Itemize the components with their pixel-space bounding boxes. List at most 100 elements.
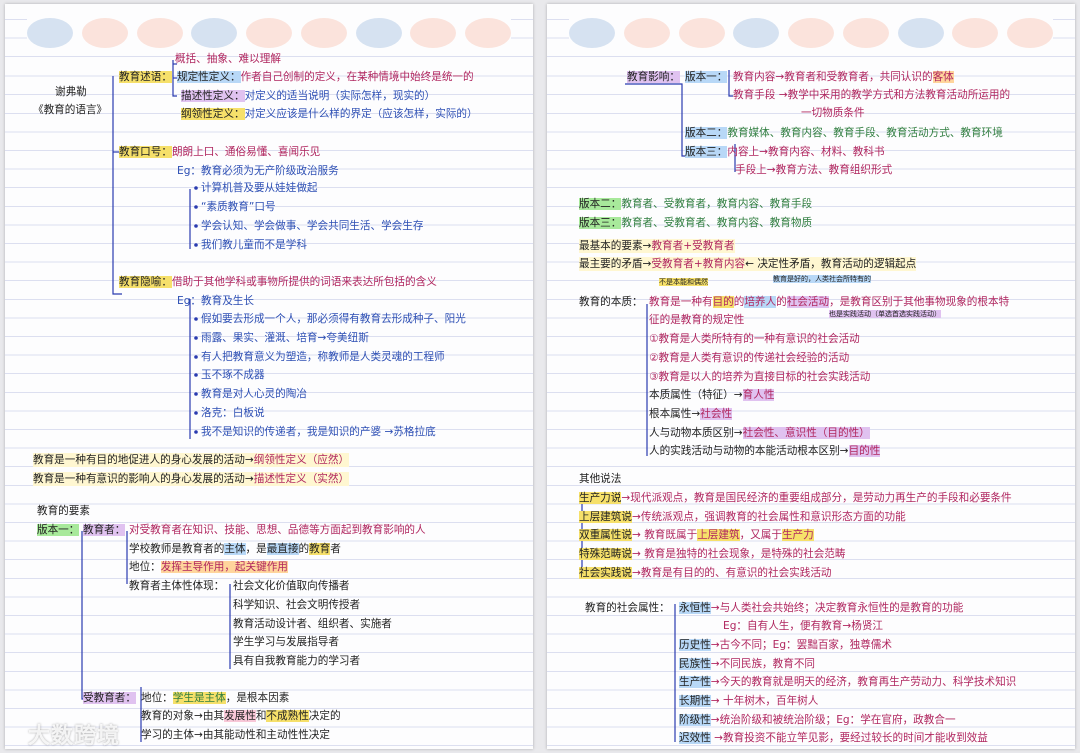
social-text: →与人类社会共始终；决定教育永恒性的是教育的功能 bbox=[710, 602, 964, 614]
elements-title: 教育的要素 bbox=[37, 505, 90, 517]
property-label: 人与动物本质区别→ bbox=[649, 427, 743, 439]
essence-text: 的 bbox=[776, 296, 787, 308]
essence-item: ②教育是人类有意识的传递社会经验的活动 bbox=[649, 352, 850, 364]
slogan-example: Eg：教育必须为无产阶级政治服务 bbox=[177, 165, 339, 177]
others-text: ，又属于 bbox=[739, 529, 782, 541]
metaphor-example: Eg：教育及生长 bbox=[177, 295, 254, 307]
learner-status-text: ，是根本因素 bbox=[225, 692, 290, 704]
slogan-item: 我们教儿童而不是学科 bbox=[201, 239, 307, 251]
subjectivity-item: 教育活动设计者、组织者、实施者 bbox=[233, 618, 392, 630]
property-value: 社会性、意识性（目的性） bbox=[742, 427, 870, 439]
learner-object: 教育的对象→由其 bbox=[141, 710, 225, 722]
v3-label: 版本三： bbox=[579, 217, 622, 229]
def-3-text: 对定义应该是什么样的界定（应该怎样，实际的） bbox=[244, 108, 478, 120]
version-1-label: 版本一： bbox=[37, 524, 80, 536]
slogan-desc: 朗朗上口、通俗易懂、喜闻乐见 bbox=[171, 146, 321, 158]
hl-social: 社会活动 bbox=[786, 296, 830, 308]
essence-note-1: 不是本能和偶然 bbox=[659, 278, 708, 286]
v2-label: 版本二： bbox=[579, 198, 622, 210]
influence-v3b: 手段上→教育方法、教育组织形式 bbox=[735, 164, 893, 176]
def-2-label: 描述性定义： bbox=[181, 90, 245, 102]
property-label: 本质属性（特征）→ bbox=[649, 389, 743, 401]
essence-text: ，是教育区别于其他事物现象的根本特 bbox=[829, 296, 1010, 308]
def-1-text: 作者自己创制的定义，在某种情境中始终是统一的 bbox=[240, 71, 474, 83]
social-text: →统治阶级和被统治阶级；Eg：学在官府，政教合一 bbox=[710, 714, 956, 726]
others-text: →教育是有目的的、有意识的社会实践活动 bbox=[631, 567, 832, 579]
metaphor-item: 洛克：白板说 bbox=[201, 407, 265, 419]
slogan-item: 学会认知、学会做事、学会共同生活、学会生存 bbox=[201, 220, 424, 232]
others-text: →现代派观点，教育是国民经济的重要组成部分，是劳动力再生产的手段和必要条件 bbox=[621, 492, 1012, 504]
hl-subject: 主体 bbox=[224, 543, 246, 555]
others-label: 双重属性说 bbox=[579, 529, 632, 541]
subjectivity-heading: 教育者主体性体现： bbox=[129, 580, 225, 592]
right-notebook-page: 教育影响： 版本一： 教育内容→教育者和受教育者，共同认识的客体 教育手段 →教… bbox=[547, 4, 1075, 749]
bullet-dots bbox=[194, 186, 198, 434]
subjectivity-item: 具有自我教育能力的学习者 bbox=[233, 655, 361, 667]
subjectivity-item: 科学知识、社会文明传授者 bbox=[233, 599, 361, 611]
influence-v1: 版本一： bbox=[685, 71, 728, 83]
def-2-text: 对定义的适当说明（实际怎样，现实的） bbox=[244, 90, 436, 102]
social-heading: 教育的社会属性： bbox=[585, 602, 670, 614]
influence-v3a: 内容上→教育内容、材料、教科书 bbox=[727, 146, 885, 158]
metaphor-item: 雨露、果实、灌溉、培育→夸美纽斯 bbox=[201, 332, 369, 344]
others-text: → 教育是独特的社会现象，是特殊的社会范畴 bbox=[631, 548, 846, 560]
main-text: 受教育者+教育内容 bbox=[651, 258, 746, 270]
def-1-label: 规定性定义： bbox=[177, 71, 241, 83]
property-value: 育人性 bbox=[742, 389, 775, 401]
def-statement-2-type: 描述性定义（实然） bbox=[253, 473, 350, 485]
educator-def: 对受教育者在知识、技能、思想、品德等方面起到教育影响的人 bbox=[129, 524, 426, 536]
slogan-heading: 教育口号： bbox=[119, 146, 172, 158]
learner-object: 决定的 bbox=[308, 710, 341, 722]
left-notebook-page: 谢弗勒 《教育的语言》 概括、抽象、难以理解 教育述语： 规定性定义：作者自己创… bbox=[5, 4, 533, 749]
metaphor-item: 教育是对人心灵的陶冶 bbox=[201, 388, 307, 400]
hl-object: 客体 bbox=[932, 71, 954, 83]
main-label: 最主要的矛盾→ bbox=[579, 258, 652, 270]
social-label: 阶级性 bbox=[679, 714, 711, 726]
influence-heading: 教育影响： bbox=[627, 71, 680, 83]
social-label: 生产性 bbox=[679, 676, 711, 688]
social-label: 长期性 bbox=[679, 695, 711, 707]
others-label: 特殊范畴说 bbox=[579, 548, 632, 560]
v2-text: 教育者、受教育者，教育内容、教育手段 bbox=[621, 198, 813, 210]
hl-productivity: 生产力 bbox=[781, 529, 814, 541]
learner-object: 和 bbox=[255, 710, 267, 722]
metaphor-item: 假如要去形成一个人，那必须得有教育去形成种子、阳光 bbox=[201, 313, 466, 325]
others-label: 社会实践说 bbox=[579, 567, 632, 579]
subjectivity-item: 社会文化价值取向传播者 bbox=[233, 580, 350, 592]
basic-label: 最基本的要素→ bbox=[579, 240, 652, 252]
social-text: →今天的教育就是明天的经济，教育再生产劳动力、科学技术知识 bbox=[710, 676, 1017, 688]
social-label: 永恒性 bbox=[679, 602, 711, 614]
property-label: 根本属性→ bbox=[649, 408, 701, 420]
others-text: →传统派观点，强调教育的社会属性和意识形态方面的功能 bbox=[631, 511, 906, 523]
educator-line: 学校教师是教育者的 bbox=[129, 543, 225, 555]
def-statement-1-type: 纲领性定义（应然） bbox=[253, 454, 350, 466]
essence-note-3: 也是实践活动（单选首选实践活动） bbox=[829, 310, 941, 318]
metaphor-desc: 借助于其他学科或事物所提供的词语来表达所包括的含义 bbox=[171, 276, 437, 288]
property-label: 人的实践活动与动物的本能活动根本区别→ bbox=[649, 445, 849, 457]
influence-v3: 版本三： bbox=[685, 146, 728, 158]
social-label: 迟效性 bbox=[679, 732, 711, 744]
metaphor-item: 有人把教育意义为塑造，称教师是人类灵魂的工程师 bbox=[201, 351, 445, 363]
property-value: 目的性 bbox=[848, 445, 881, 457]
others-label: 生产力说 bbox=[579, 492, 622, 504]
social-label: 历史性 bbox=[679, 639, 711, 651]
educator-line: 者 bbox=[330, 543, 341, 555]
educator-line: 的 bbox=[298, 543, 310, 555]
social-text: →不同民族，教育不同 bbox=[710, 658, 816, 670]
metaphor-heading: 教育隐喻： bbox=[119, 276, 172, 288]
learner-subject: 学习的主体→由其能动性和主动性性决定 bbox=[141, 729, 330, 741]
educator-heading: 教育者： bbox=[83, 524, 126, 536]
influence-v2: 版本二： bbox=[685, 127, 728, 139]
influence-content: 教育内容→教育者和受教育者，共同认识的 bbox=[733, 71, 933, 83]
hl-education: 教育 bbox=[309, 543, 331, 555]
hl-purpose: 目的 bbox=[712, 296, 734, 308]
influence-means-cont: 一切物质条件 bbox=[801, 107, 865, 119]
v3-text: 教育者、受教育者、教育内容、教育物质 bbox=[621, 217, 813, 229]
influence-v2-text: 教育媒体、教育内容、教育手段、教育活动方式、教育环境 bbox=[727, 127, 1003, 139]
status-text: 发挥主导作用，起关键作用 bbox=[160, 561, 288, 573]
social-text: → 十年树木，百年树人 bbox=[710, 695, 819, 707]
metaphor-item: 我不是知识的传递者，我是知识的产婆 →苏格拉底 bbox=[201, 426, 436, 438]
hl-direct: 最直接 bbox=[266, 543, 299, 555]
watermark: 大数跨境 bbox=[28, 724, 121, 749]
social-text: →古今不同；Eg：罢黜百家，独尊儒术 bbox=[710, 639, 892, 651]
